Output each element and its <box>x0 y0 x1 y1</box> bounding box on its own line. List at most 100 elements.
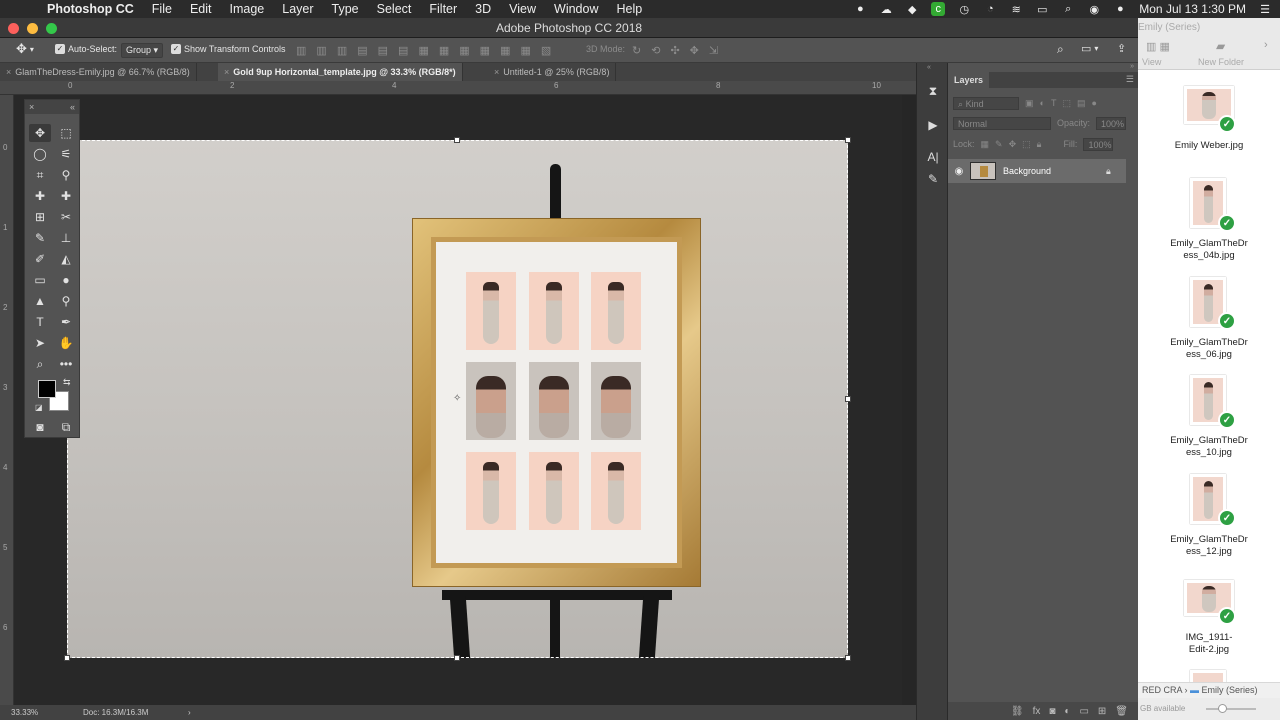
notification-center-icon[interactable]: ☰ <box>1258 2 1272 16</box>
transform-handle-right[interactable] <box>845 396 851 402</box>
transform-handle-bottom-left[interactable] <box>64 655 70 661</box>
3d-slide-icon[interactable]: ✥ <box>690 44 699 57</box>
filter-toggle-icon[interactable]: ● <box>1091 98 1096 108</box>
file-name[interactable]: Emily_GlamTheDr ess_04b.jpg <box>1138 238 1280 262</box>
distribute-top-icon[interactable]: ▦ <box>418 44 428 57</box>
filter-smart-object-icon[interactable]: ▤ <box>1077 98 1086 109</box>
app-menu[interactable]: Photoshop CC <box>38 2 143 16</box>
history-brush-tool-icon[interactable]: ✐ <box>29 250 51 268</box>
auto-align-icon[interactable]: ▧ <box>541 44 551 57</box>
tab-untitled-1[interactable]: × Untitled-1 @ 25% (RGB/8) <box>488 63 617 81</box>
user-icon[interactable]: ● <box>1113 2 1127 16</box>
close-tab-icon[interactable]: × <box>6 67 11 77</box>
search-icon[interactable]: ⌕ <box>1057 42 1064 57</box>
eraser-tool-icon[interactable]: ◭ <box>55 250 77 268</box>
lock-transparent-icon[interactable]: ▦ <box>981 139 990 150</box>
screen-mode-icon[interactable]: ⧉ <box>55 418 77 436</box>
layer-kind-filter[interactable]: ⌕ Kind <box>953 96 1019 110</box>
show-transform-controls-checkbox[interactable]: ✓ Show Transform Controls <box>171 44 286 54</box>
collapse-panel-icon[interactable]: « <box>70 102 75 112</box>
distribute-bottom-icon[interactable]: ▦ <box>459 44 469 57</box>
menu-edit[interactable]: Edit <box>181 2 221 16</box>
new-layer-icon[interactable]: ⊞ <box>1098 706 1106 717</box>
blend-mode-dropdown[interactable]: Normal <box>953 116 1051 130</box>
canvas-area[interactable]: ✧ <box>14 95 902 705</box>
actions-panel-icon[interactable]: ▶ <box>925 117 941 133</box>
menu-view[interactable]: View <box>500 2 545 16</box>
lock-all-icon[interactable]: 🔒︎ <box>1037 139 1042 150</box>
quick-selection-tool-icon[interactable]: ⚟ <box>55 145 77 163</box>
menu-image[interactable]: Image <box>221 2 274 16</box>
vertical-ruler[interactable]: 0 1 2 3 4 5 6 <box>0 95 14 705</box>
new-group-icon[interactable]: ▭ <box>1079 706 1088 717</box>
time-machine-icon[interactable]: ◷ <box>957 2 971 16</box>
swap-colors-icon[interactable]: ⇆ <box>63 377 71 388</box>
horizontal-ruler[interactable]: 0 2 4 6 8 10 <box>0 81 916 95</box>
zoom-level[interactable]: 33.33% <box>11 708 38 717</box>
character-panel-icon[interactable]: A| <box>925 149 941 165</box>
auto-select-checkbox[interactable]: ✓ Auto-Select: <box>55 44 117 54</box>
content-aware-move-tool-icon[interactable]: ⊞ <box>29 208 51 226</box>
menu-window[interactable]: Window <box>545 2 607 16</box>
layers-tab[interactable]: Layers <box>948 72 990 88</box>
hand-tool-icon[interactable]: ✋ <box>55 334 77 352</box>
filter-type-icon[interactable]: T <box>1051 98 1057 108</box>
transform-handle-bottom[interactable] <box>454 655 460 661</box>
dropbox-icon[interactable]: ◆ <box>905 2 919 16</box>
healing-brush-tool-icon[interactable]: ✚ <box>29 187 51 205</box>
eyedropper-tool-icon[interactable]: ⚲ <box>55 166 77 184</box>
collapse-panel-icon[interactable]: » <box>1130 63 1134 70</box>
transform-handle-top-right[interactable] <box>845 137 851 143</box>
workspace-switcher-icon[interactable]: ▭ ▾ <box>1081 42 1098 55</box>
opacity-field[interactable]: 100% <box>1096 116 1127 130</box>
transform-handle-bottom-right[interactable] <box>845 655 851 661</box>
3d-roll-icon[interactable]: ⟲ <box>651 44 660 57</box>
finder-overflow-icon[interactable]: › <box>1264 39 1268 51</box>
close-tab-icon[interactable]: × <box>494 67 499 77</box>
battery-icon[interactable]: ▭ <box>1035 2 1049 16</box>
icon-size-slider-knob[interactable] <box>1218 704 1227 713</box>
3d-orbit-icon[interactable]: ↻ <box>632 44 641 57</box>
clock-app-icon[interactable]: ◔ <box>983 2 997 16</box>
lock-artboard-icon[interactable]: ⬚ <box>1022 139 1031 150</box>
panel-menu-icon[interactable]: ☰ <box>1126 74 1134 85</box>
distribute-hcenter-icon[interactable]: ▦ <box>500 44 510 57</box>
tab-glamthedress[interactable]: × GlamTheDress-Emily.jpg @ 66.7% (RGB/8) <box>0 63 197 81</box>
align-top-icon[interactable]: ▥ <box>296 44 306 57</box>
move-tool-icon[interactable]: ✥ <box>29 124 51 142</box>
menu-help[interactable]: Help <box>608 2 652 16</box>
type-tool-icon[interactable]: T <box>29 313 51 331</box>
blur-tool-icon[interactable]: ● <box>55 271 77 289</box>
layer-visibility-eye-icon[interactable]: ◉ <box>948 166 970 177</box>
transform-handle-top[interactable] <box>454 137 460 143</box>
align-bottom-icon[interactable]: ▥ <box>337 44 347 57</box>
file-name[interactable]: Emily_GlamTheDr ess_12.jpg <box>1138 534 1280 558</box>
file-name[interactable]: IMG_1911- Edit-2.jpg <box>1138 632 1280 656</box>
marquee-tool-icon[interactable]: ⬚ <box>55 124 77 142</box>
menu-filter[interactable]: Filter <box>420 2 466 16</box>
layer-style-fx-icon[interactable]: fx <box>1033 706 1041 717</box>
layer-row-background[interactable]: ◉ Background 🔒︎ <box>948 159 1126 183</box>
lock-image-icon[interactable]: ✎ <box>995 139 1003 150</box>
patch-tool-icon[interactable]: ✚ <box>55 187 77 205</box>
clone-stamp-tool-icon[interactable]: ⊥ <box>55 229 77 247</box>
tab-gold-9up-template[interactable]: × Gold 9up Horizontal_template.jpg @ 33.3… <box>218 63 463 81</box>
icon-size-slider-track[interactable] <box>1206 708 1256 710</box>
quick-mask-icon[interactable]: ◙ <box>29 418 51 436</box>
pen-tool-icon[interactable]: ✒ <box>55 313 77 331</box>
path-selection-tool-icon[interactable]: ➤ <box>29 334 51 352</box>
delete-layer-icon[interactable]: 🗑︎ <box>1115 706 1128 717</box>
layer-lock-icon[interactable]: 🔒︎ <box>1106 166 1126 177</box>
3d-scale-icon[interactable]: ⇲ <box>709 44 718 57</box>
path-segment[interactable]: RED CRA <box>1142 685 1182 695</box>
siri-icon[interactable]: ◉ <box>1087 2 1101 16</box>
file-name[interactable]: Emily Weber.jpg <box>1138 140 1280 152</box>
evernote-icon[interactable]: c <box>931 2 946 16</box>
close-panel-icon[interactable]: × <box>29 102 34 112</box>
fill-field[interactable]: 100% <box>1083 137 1114 151</box>
brush-settings-panel-icon[interactable]: ✎ <box>925 171 941 187</box>
spotlight-search-icon[interactable]: ⌕ <box>1061 2 1075 16</box>
wifi-icon[interactable]: ≋ <box>1009 2 1023 16</box>
history-panel-icon[interactable]: ⧗ <box>925 83 941 99</box>
file-name[interactable]: Emily_GlamTheDr ess_10.jpg <box>1138 435 1280 459</box>
